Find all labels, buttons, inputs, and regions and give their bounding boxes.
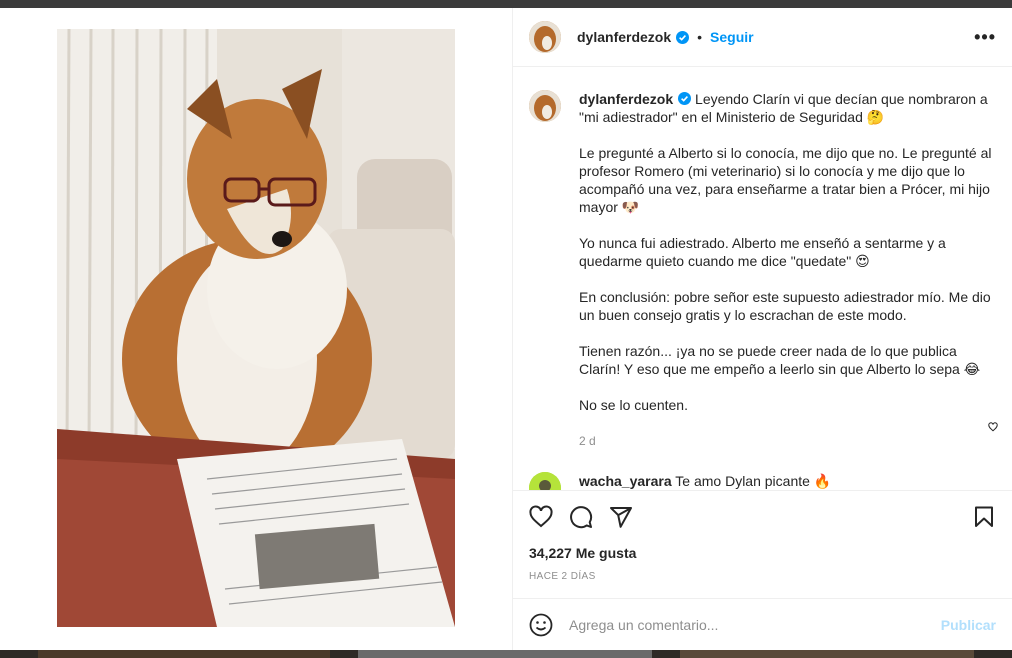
post-actions: 34,227 Me gusta HACE 2 DÍAS [513,490,1012,582]
background-thumbnail [680,650,974,658]
share-icon[interactable] [609,505,633,529]
commenter-username[interactable]: wacha_yarara [579,473,672,489]
action-bar [529,501,996,533]
post-media [0,8,513,650]
comment-icon[interactable] [569,505,593,529]
caption-paragraph: En conclusión: pobre señor este supuesto… [579,289,991,323]
more-icon[interactable]: ••• [974,27,996,48]
comment-like-icon[interactable] [988,422,998,432]
verified-icon [678,92,692,105]
author-avatar[interactable] [529,21,561,53]
comment-text: wacha_yarara Te amo Dylan picante 🔥 [579,472,831,490]
post-timestamp: HACE 2 DÍAS [529,571,596,582]
post-header: dylanferdezok • Seguir ••• [513,8,1012,67]
post-caption: dylanferdezok Leyendo Clarín vi que decí… [529,68,996,450]
caption-avatar[interactable] [529,90,561,122]
comment-input[interactable]: Agrega un comentario... [569,617,941,633]
background-thumbnail [358,650,652,658]
background-bottom-strip [0,650,1012,658]
separator-dot: • [697,29,703,45]
bookmark-icon[interactable] [972,505,996,529]
comments-list[interactable]: dylanferdezok Leyendo Clarín vi que decí… [513,68,1012,490]
post-modal: dylanferdezok • Seguir ••• dylanferdezok… [0,8,1012,650]
caption-username[interactable]: dylanferdezok [579,91,673,107]
publish-button[interactable]: Publicar [941,617,996,633]
author-username[interactable]: dylanferdezok [577,29,671,45]
verified-icon [676,30,690,44]
caption-age[interactable]: 2 d [579,432,996,450]
caption-paragraph: Tienen razón... ¡ya no se puede creer na… [579,343,981,377]
dog-photo-illustration [57,29,455,627]
caption-paragraph: No se lo cuenten. [579,397,688,413]
post-photo[interactable] [57,29,455,627]
background-thumbnail [38,650,330,658]
add-comment-bar: Agrega un comentario... Publicar [513,598,1012,650]
comment-message: Te amo Dylan picante 🔥 [675,473,832,489]
post-details-panel: dylanferdezok • Seguir ••• dylanferdezok… [513,8,1012,650]
comment-item: wacha_yarara Te amo Dylan picante 🔥 [529,472,996,490]
heart-icon[interactable] [529,505,553,529]
caption-paragraph: Le pregunté a Alberto si lo conocía, me … [579,145,992,215]
commenter-avatar[interactable] [529,472,561,490]
likes-count[interactable]: 34,227 Me gusta [529,545,996,561]
caption-paragraph: Yo nunca fui adiestrado. Alberto me ense… [579,235,946,269]
follow-button[interactable]: Seguir [710,29,754,45]
emoji-icon[interactable] [529,613,553,637]
background-top-strip [0,0,1012,8]
caption-text: dylanferdezok Leyendo Clarín vi que decí… [579,90,996,450]
